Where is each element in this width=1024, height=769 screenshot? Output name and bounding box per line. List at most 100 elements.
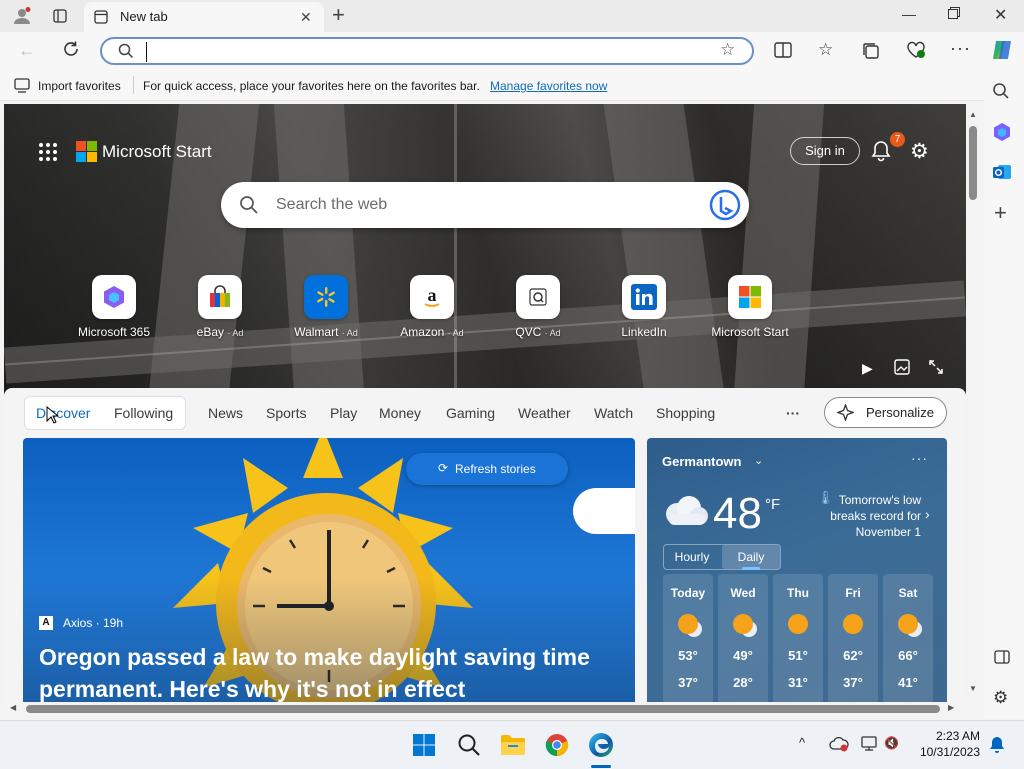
hide-sidebar-icon[interactable] — [994, 650, 1010, 667]
quick-link-linkedin[interactable]: LinkedIn — [594, 275, 694, 339]
quick-link-label: Amazon — [400, 325, 445, 339]
collections-icon[interactable] — [862, 42, 880, 63]
quick-link-ebay[interactable]: eBay · Ad — [170, 275, 270, 339]
refresh-button[interactable] — [62, 40, 80, 61]
nav-weather[interactable]: Weather — [518, 405, 571, 421]
forecast-day[interactable]: Sat 66° 41° — [883, 574, 933, 704]
nav-sports[interactable]: Sports — [266, 405, 306, 421]
apps-launcher-icon[interactable] — [38, 142, 58, 165]
linkedin-icon — [622, 275, 666, 319]
nav-money[interactable]: Money — [379, 405, 421, 421]
tab-discover[interactable]: Discover — [36, 405, 90, 421]
quick-link-microsoft-365[interactable]: Microsoft 365 — [64, 275, 164, 339]
chrome-icon[interactable] — [543, 731, 571, 759]
windows-start-icon[interactable] — [410, 731, 438, 759]
sidebar-settings-icon[interactable]: ⚙ — [993, 688, 1008, 708]
add-favorite-star-icon[interactable]: ☆ — [720, 40, 735, 60]
edge-icon[interactable] — [587, 731, 615, 759]
forecast-day[interactable]: Wed 49° 28° — [718, 574, 768, 704]
background-info-icon[interactable] — [894, 359, 910, 378]
horizontal-scroll-thumb[interactable] — [26, 705, 940, 713]
quick-link-amazon[interactable]: a Amazon · Ad — [382, 275, 482, 339]
story-headline-line: Oregon passed a law to make daylight sav… — [39, 644, 590, 670]
favorites-icon[interactable]: ☆ — [818, 40, 833, 60]
play-background-icon[interactable]: ▶ — [862, 360, 873, 377]
network-icon[interactable] — [861, 736, 879, 755]
story-headline[interactable]: Oregon passed a law to make daylight sav… — [39, 641, 590, 704]
forecast-day[interactable]: Fri 62° 37° — [828, 574, 878, 704]
page-settings-icon[interactable]: ⚙ — [910, 139, 929, 164]
settings-more-icon[interactable]: ··· — [950, 38, 971, 59]
onedrive-icon[interactable] — [829, 736, 849, 755]
copilot-icon[interactable] — [990, 38, 1014, 65]
nav-news[interactable]: News — [208, 405, 243, 421]
close-window-button[interactable]: ✕ — [994, 5, 1007, 25]
weather-location[interactable]: Germantown — [662, 454, 741, 469]
file-explorer-icon[interactable] — [499, 731, 527, 759]
nav-play[interactable]: Play — [330, 405, 357, 421]
tab-actions-icon[interactable] — [48, 4, 72, 28]
quick-link-walmart[interactable]: Walmart · Ad — [276, 275, 376, 339]
office-icon[interactable] — [992, 122, 1012, 145]
bing-chat-icon[interactable] — [709, 189, 741, 224]
minimize-button[interactable]: — — [902, 6, 916, 22]
vertical-scrollbar[interactable]: ▲ ▼ — [966, 104, 980, 704]
story-source: Axios · 19h — [63, 616, 124, 630]
browser-essentials-icon[interactable] — [906, 41, 926, 62]
scroll-up-icon[interactable]: ▲ — [969, 110, 977, 119]
manage-favorites-link[interactable]: Manage favorites now — [490, 79, 607, 93]
scroll-down-icon[interactable]: ▼ — [969, 684, 977, 693]
sign-in-button[interactable]: Sign in — [790, 137, 860, 165]
restore-button[interactable] — [948, 7, 960, 22]
horizontal-scrollbar[interactable]: ◀ ▶ — [4, 702, 966, 716]
sidebar-search-icon[interactable] — [992, 82, 1010, 103]
import-favorites-link[interactable]: Import favorites — [38, 79, 121, 93]
nav-more-button[interactable]: ··· — [786, 405, 800, 421]
microsoft-365-icon — [92, 275, 136, 319]
weather-alert[interactable]: Tomorrow's low breaks record for Novembe… — [817, 492, 921, 540]
expand-icon[interactable] — [928, 359, 944, 378]
scroll-right-icon[interactable]: ▶ — [948, 703, 954, 712]
quick-link-microsoft-start[interactable]: Microsoft Start — [700, 275, 800, 339]
import-favorites-icon — [14, 78, 30, 96]
show-hidden-icons-chevron-icon[interactable]: ^ — [799, 735, 805, 750]
profile-icon[interactable] — [8, 4, 36, 28]
vertical-scroll-thumb[interactable] — [969, 126, 977, 200]
quick-link-qvc[interactable]: QVC · Ad — [488, 275, 588, 339]
split-screen-icon[interactable] — [774, 42, 792, 61]
close-tab-icon[interactable]: ✕ — [300, 9, 312, 26]
weather-card[interactable]: Germantown ⌄ ··· 48 °F 🌡 Tomorrow's low … — [647, 438, 947, 704]
forecast-day[interactable]: Today 53° 37° — [663, 574, 713, 704]
clock-date[interactable]: 10/31/2023 — [910, 745, 980, 759]
chevron-down-icon[interactable]: ⌄ — [754, 454, 763, 467]
outlook-icon[interactable] — [992, 162, 1012, 185]
new-tab-button[interactable]: + — [332, 3, 345, 27]
forecast-day[interactable]: Thu 51° 31° — [773, 574, 823, 704]
tab-daily[interactable]: Daily — [722, 545, 780, 569]
personalize-button[interactable]: Personalize — [824, 397, 947, 428]
volume-muted-icon[interactable]: 🔇 — [884, 736, 899, 750]
notification-bell-icon[interactable] — [989, 736, 1005, 757]
address-bar[interactable]: ☆ — [100, 37, 754, 65]
add-sidebar-app-icon[interactable]: + — [994, 200, 1007, 226]
weather-more-icon[interactable]: ··· — [911, 450, 928, 466]
notifications-bell-icon[interactable] — [871, 140, 891, 165]
tab-following[interactable]: Following — [114, 405, 173, 421]
address-input[interactable] — [146, 42, 711, 62]
taskbar-search-icon[interactable] — [455, 731, 483, 759]
top-story-card[interactable]: ⟳ Refresh stories A Axios · 19h Oregon p… — [23, 438, 635, 704]
tab-new-tab[interactable]: New tab ✕ — [84, 2, 324, 32]
personalize-label: Personalize — [866, 405, 934, 420]
nav-watch[interactable]: Watch — [594, 405, 633, 421]
tab-hourly[interactable]: Hourly — [664, 545, 720, 569]
web-search-box[interactable]: Search the web — [221, 182, 749, 228]
nav-shopping[interactable]: Shopping — [656, 405, 715, 421]
scroll-left-icon[interactable]: ◀ — [10, 703, 16, 712]
back-button[interactable]: ← — [18, 40, 36, 61]
sunny-icon — [843, 614, 863, 634]
chevron-right-icon[interactable]: › — [925, 506, 930, 522]
nav-gaming[interactable]: Gaming — [446, 405, 495, 421]
refresh-stories-button[interactable]: ⟳ Refresh stories — [406, 453, 568, 485]
clock-time[interactable]: 2:23 AM — [920, 729, 980, 743]
tab-title: New tab — [120, 9, 168, 24]
